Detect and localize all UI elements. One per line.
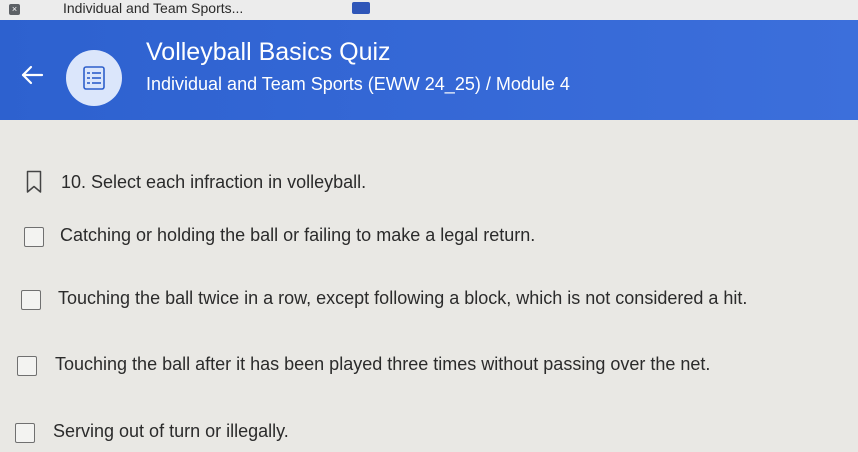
answer-checkbox[interactable] bbox=[21, 290, 41, 310]
question-area: 10. Select each infraction in volleyball… bbox=[0, 120, 858, 452]
browser-tab-title[interactable]: Individual and Team Sports... bbox=[63, 0, 243, 16]
answer-option[interactable]: Serving out of turn or illegally. bbox=[15, 419, 315, 449]
answer-checkbox[interactable] bbox=[17, 356, 37, 376]
tab-favicon-icon: × bbox=[9, 4, 20, 15]
course-breadcrumb[interactable]: Individual and Team Sports (EWW 24_25) /… bbox=[146, 74, 570, 95]
answer-checkbox[interactable] bbox=[15, 423, 35, 443]
answer-label[interactable]: Touching the ball after it has been play… bbox=[55, 354, 710, 375]
answer-option[interactable]: Catching or holding the ball or failing … bbox=[24, 223, 584, 253]
answer-checkbox[interactable] bbox=[24, 227, 44, 247]
back-button[interactable] bbox=[18, 60, 48, 90]
answer-label[interactable]: Serving out of turn or illegally. bbox=[53, 421, 289, 442]
quiz-title: Volleyball Basics Quiz bbox=[146, 38, 391, 66]
arrow-left-icon bbox=[21, 65, 44, 85]
browser-tab-bar: × Individual and Team Sports... bbox=[0, 0, 858, 21]
answer-label[interactable]: Touching the ball twice in a row, except… bbox=[58, 288, 747, 309]
answer-option[interactable]: Touching the ball after it has been play… bbox=[17, 352, 797, 382]
quiz-list-icon bbox=[83, 66, 105, 90]
extension-icon[interactable] bbox=[352, 2, 370, 14]
answer-option[interactable]: Touching the ball twice in a row, except… bbox=[21, 286, 831, 316]
question-text: 10. Select each infraction in volleyball… bbox=[61, 172, 367, 192]
bookmark-icon bbox=[26, 170, 42, 193]
quiz-header: Volleyball Basics Quiz Individual and Te… bbox=[0, 20, 858, 120]
quiz-badge bbox=[66, 50, 122, 106]
answer-label[interactable]: Catching or holding the ball or failing … bbox=[60, 225, 535, 246]
bookmark-button[interactable] bbox=[26, 170, 42, 194]
